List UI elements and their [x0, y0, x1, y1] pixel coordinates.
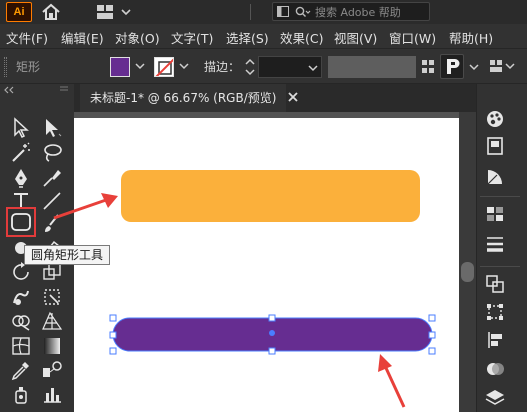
chevron-down-icon[interactable]: [178, 60, 190, 72]
warp-tool-icon[interactable]: [9, 285, 33, 309]
menu-view[interactable]: 视图(V): [334, 28, 377, 47]
paintbrush-tool-icon[interactable]: [40, 212, 64, 236]
grid-icon[interactable]: [421, 57, 435, 77]
menu-help[interactable]: 帮助(H): [449, 28, 493, 47]
brush-definition-button[interactable]: [440, 54, 464, 79]
selection-tool-icon[interactable]: [9, 116, 33, 140]
chevron-down-icon[interactable]: [134, 60, 146, 72]
libraries-panel-icon[interactable]: [484, 135, 506, 157]
layers-panel-icon[interactable]: [484, 386, 506, 408]
panel-collapse-icon[interactable]: [2, 84, 72, 96]
curvature-tool-icon[interactable]: [40, 166, 64, 190]
shape-builder-tool-icon[interactable]: [9, 309, 33, 333]
chevron-down-icon[interactable]: [307, 62, 319, 74]
panel-divider: [480, 196, 520, 197]
blend-tool-icon[interactable]: [40, 358, 64, 382]
menu-type[interactable]: 文字(T): [171, 28, 213, 47]
divider: [250, 4, 251, 20]
document-tab-title: 未标题-1* @ 66.67% (RGB/预览): [90, 91, 277, 105]
stroke-weight-field[interactable]: [258, 56, 322, 78]
fill-color-swatch[interactable]: [110, 57, 130, 77]
pen-tool-icon[interactable]: [9, 166, 33, 190]
menu-object[interactable]: 对象(O): [115, 28, 160, 47]
menu-select[interactable]: 选择(S): [226, 28, 269, 47]
column-graph-tool-icon[interactable]: [40, 382, 64, 406]
pathfinder-panel-icon[interactable]: [484, 329, 506, 351]
selection-type-label: 矩形: [16, 60, 41, 74]
search-input[interactable]: 搜索 Adobe 帮助: [272, 2, 430, 21]
stroke-color-swatch[interactable]: [154, 57, 174, 77]
color-panel-icon[interactable]: [484, 108, 506, 130]
magic-wand-tool-icon[interactable]: [9, 141, 33, 165]
app-logo: Ai: [6, 2, 32, 22]
appearance-panel-icon[interactable]: [484, 358, 506, 380]
align-panel-icon[interactable]: [484, 301, 506, 323]
variable-width-profile[interactable]: [328, 56, 416, 78]
panel-grip[interactable]: [4, 57, 7, 77]
free-transform-tool-icon[interactable]: [40, 285, 64, 309]
stroke-label: 描边：: [204, 60, 241, 74]
menu-window[interactable]: 窗口(W): [389, 28, 436, 47]
workspace-switcher-icon[interactable]: [96, 3, 136, 21]
document-tab-bar: 未标题-1* @ 66.67% (RGB/预览): [74, 84, 476, 112]
line-segment-tool-icon[interactable]: [40, 189, 64, 213]
menu-edit[interactable]: 编辑(E): [61, 28, 104, 47]
document-tab[interactable]: 未标题-1* @ 66.67% (RGB/预览): [80, 84, 287, 112]
close-icon[interactable]: [286, 90, 300, 104]
tool-tooltip: 圆角矩形工具: [24, 245, 111, 265]
gradient-tool-icon[interactable]: [40, 334, 64, 358]
eyedropper-tool-icon[interactable]: [9, 358, 33, 382]
mesh-tool-icon[interactable]: [9, 334, 33, 358]
stroke-panel-icon[interactable]: [484, 233, 506, 255]
brush-definition-icon: [447, 59, 460, 74]
control-bar: 矩形 描边：: [0, 48, 527, 84]
artboard[interactable]: [74, 118, 459, 412]
stroke-stepper-icon[interactable]: [244, 58, 256, 76]
tool-highlight-box: [6, 207, 36, 237]
more-options-icon[interactable]: [488, 58, 518, 76]
panel-divider: [480, 266, 520, 267]
home-icon[interactable]: [40, 1, 62, 23]
menu-file[interactable]: 文件(F): [6, 28, 48, 47]
color-guide-panel-icon[interactable]: [484, 166, 506, 188]
scrollbar-thumb[interactable]: [461, 262, 474, 282]
transform-panel-icon[interactable]: [484, 273, 506, 295]
app-bar: Ai 搜索 Adobe 帮助: [0, 0, 527, 24]
lasso-tool-icon[interactable]: [40, 141, 64, 165]
menu-bar: 文件(F) 编辑(E) 对象(O) 文字(T) 选择(S) 效果(C) 视图(V…: [0, 24, 527, 48]
search-placeholder: 搜索 Adobe 帮助: [315, 6, 401, 19]
perspective-grid-tool-icon[interactable]: [40, 309, 64, 333]
tooltip-text: 圆角矩形工具: [31, 248, 104, 262]
learn-panel-icon[interactable]: [277, 6, 289, 17]
swatches-panel-icon[interactable]: [484, 203, 506, 225]
chevron-down-icon[interactable]: [468, 61, 480, 73]
search-icon: [295, 6, 311, 17]
symbol-sprayer-tool-icon[interactable]: [9, 382, 33, 406]
menu-effect[interactable]: 效果(C): [280, 28, 323, 47]
direct-selection-tool-icon[interactable]: [40, 116, 64, 140]
no-stroke-icon: [155, 58, 173, 76]
